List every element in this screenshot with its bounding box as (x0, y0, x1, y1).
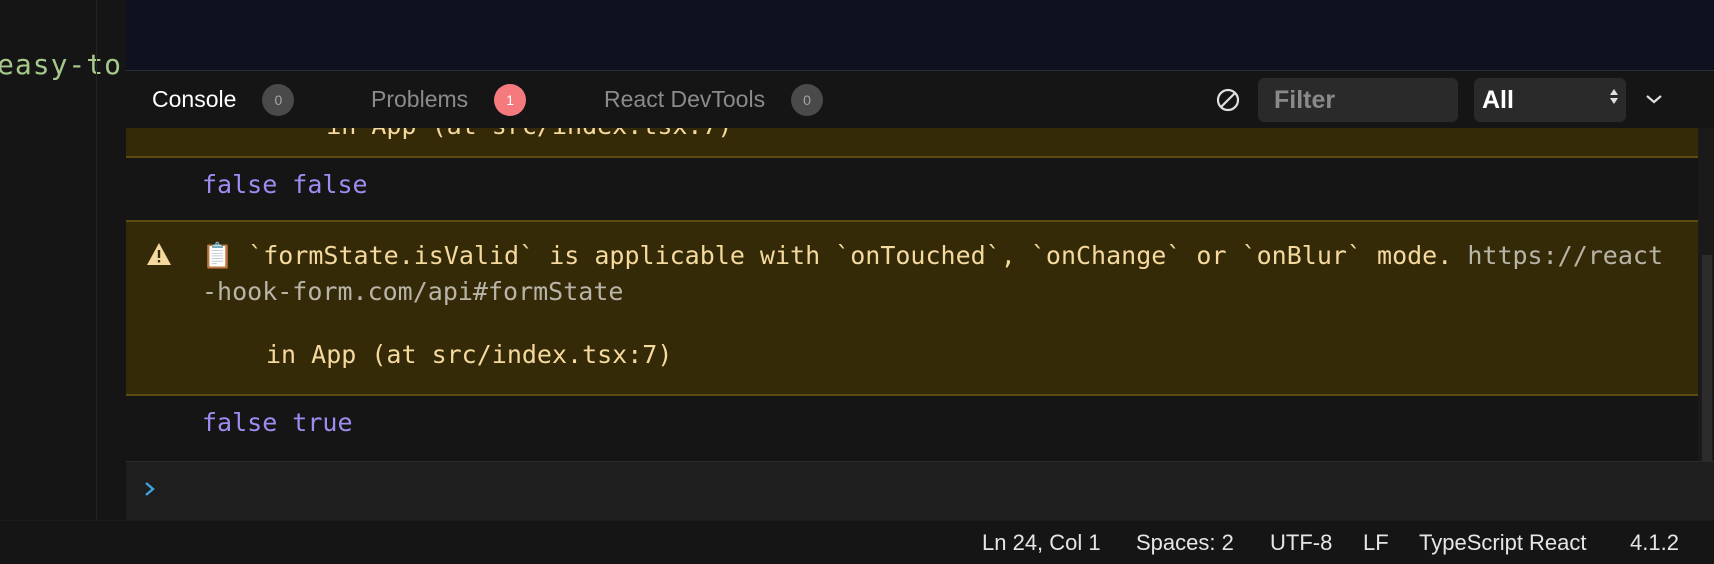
console-header: Console 0 Problems 1 React DevTools 0 Al… (126, 71, 1714, 128)
clear-console-button[interactable] (1214, 86, 1242, 114)
sandbox-window: easy-to Console 0 Problems 1 React DevTo… (0, 0, 1714, 564)
log-text: false false (202, 170, 368, 199)
warning-message-text: 📋 `formState.isValid` is applicable with… (202, 241, 1468, 270)
problems-count-badge: 1 (494, 83, 527, 116)
collapse-console-button[interactable] (1642, 87, 1666, 111)
warning-stack-text: in App (at src/index.tsx:7) (266, 128, 732, 140)
clear-icon (1216, 88, 1240, 112)
filter-input[interactable] (1258, 78, 1458, 122)
warning-message: 📋 `formState.isValid` is applicable with… (202, 238, 1672, 310)
console-count-badge: 0 (262, 83, 295, 116)
version-label[interactable]: 4.1.2 (1630, 530, 1679, 556)
warning-icon (147, 243, 171, 265)
chevron-down-icon (1646, 95, 1662, 104)
cursor-position[interactable]: Ln 24, Col 1 (982, 530, 1101, 556)
encoding-setting[interactable]: UTF-8 (1270, 530, 1332, 556)
select-arrows-icon (1610, 89, 1618, 104)
devtools-count-badge: 0 (791, 83, 824, 116)
line-ending-setting[interactable]: LF (1363, 530, 1389, 556)
log-text: false true (202, 408, 353, 437)
tab-problems[interactable]: Problems 1 (371, 71, 527, 128)
console-log-entry: false false (126, 158, 1698, 220)
tab-react-devtools[interactable]: React DevTools 0 (604, 71, 824, 128)
console-warning-entry: 📋 `formState.isValid` is applicable with… (126, 220, 1698, 396)
prompt-chevron-icon (145, 482, 155, 496)
log-level-value: All (1482, 85, 1514, 114)
console-input[interactable] (172, 470, 1672, 512)
editor-divider (96, 0, 97, 520)
language-mode[interactable]: TypeScript React (1419, 530, 1587, 556)
code-line-fragment: easy-to (0, 48, 123, 81)
console-prompt (126, 461, 1714, 520)
console-warning-entry: in App (at src/index.tsx:7) (126, 128, 1698, 158)
indentation-setting[interactable]: Spaces: 2 (1136, 530, 1234, 556)
log-level-select[interactable]: All (1474, 78, 1626, 122)
warning-stack-text: in App (at src/index.tsx:7) (266, 340, 673, 369)
console-scrollbar-thumb[interactable] (1702, 255, 1712, 461)
preview-pane (126, 0, 1714, 71)
tab-console-label: Console (152, 86, 237, 112)
tab-console[interactable]: Console 0 (152, 71, 295, 128)
console-output[interactable]: in App (at src/index.tsx:7) false false … (126, 128, 1698, 461)
tab-react-devtools-label: React DevTools (604, 86, 766, 112)
tab-problems-label: Problems (371, 86, 469, 112)
console-log-entry: false true (126, 398, 1698, 461)
code-editor[interactable]: easy-to (0, 0, 126, 520)
status-bar: Ln 24, Col 1 Spaces: 2 UTF-8 LF TypeScri… (0, 520, 1714, 564)
